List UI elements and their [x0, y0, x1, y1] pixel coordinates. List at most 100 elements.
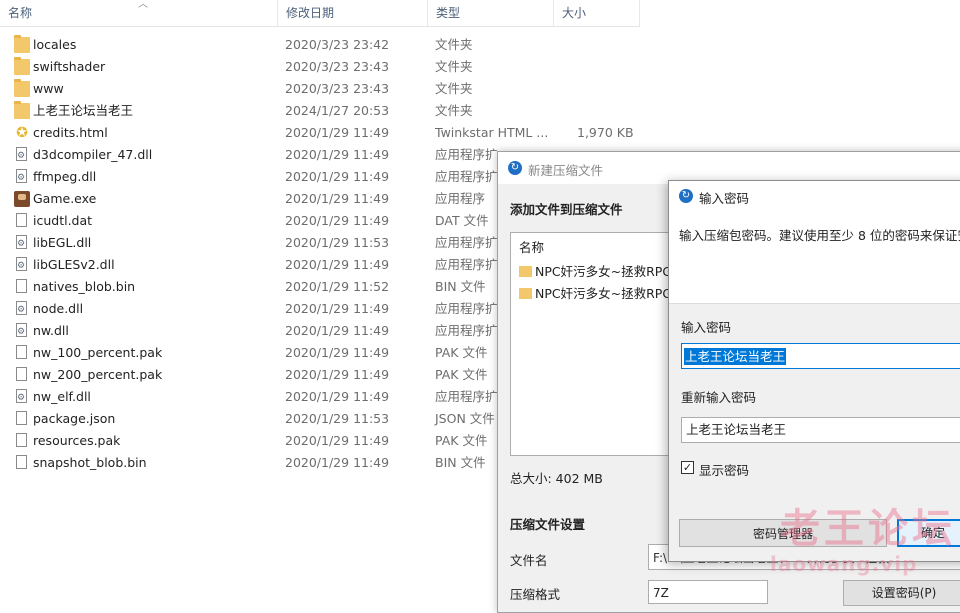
- file-date: 2020/1/29 11:49: [285, 389, 390, 404]
- file-date: 2020/1/29 11:49: [285, 169, 390, 184]
- file-date: 2020/3/23 23:42: [285, 37, 390, 52]
- exe-file-icon: [14, 191, 30, 207]
- file-date: 2020/1/29 11:49: [285, 125, 390, 140]
- file-row[interactable]: ✪ credits.html 2020/1/29 11:49 Twinkstar HT…: [0, 122, 640, 144]
- file-row[interactable]: swiftshader 2020/3/23 23:43 文件夹: [0, 56, 640, 78]
- dll-file-icon: [16, 387, 27, 409]
- format-select[interactable]: 7Z: [648, 580, 768, 604]
- dialog-title: 输入密码: [699, 191, 750, 206]
- file-row[interactable]: www 2020/3/23 23:43 文件夹: [0, 78, 640, 100]
- file-size: 1,970 KB: [577, 125, 634, 140]
- column-date[interactable]: 修改日期: [278, 0, 428, 26]
- dll-file-icon: [16, 255, 27, 277]
- list-item[interactable]: NPC奸污多女~拯救RPG: [519, 283, 672, 302]
- file-name: www: [33, 81, 64, 96]
- filename-label: 文件名: [510, 553, 548, 568]
- confirm-password-label: 重新输入密码: [681, 390, 757, 405]
- file-name: resources.pak: [33, 433, 121, 448]
- column-date-label: 修改日期: [286, 6, 335, 20]
- file-name: 上老王论坛当老王: [33, 103, 134, 118]
- file-name: libEGL.dll: [33, 235, 92, 250]
- file-icon: [16, 455, 27, 469]
- file-date: 2020/1/29 11:53: [285, 411, 390, 426]
- file-type: 文件夹: [435, 59, 473, 74]
- column-size[interactable]: 大小: [554, 0, 640, 26]
- file-name: nw_200_percent.pak: [33, 367, 163, 382]
- folder-icon: [14, 79, 30, 97]
- file-name: ffmpeg.dll: [33, 169, 97, 184]
- file-date: 2020/1/29 11:49: [285, 323, 390, 338]
- file-type: 应用程序扩: [435, 147, 498, 162]
- dll-file-icon: [16, 233, 27, 255]
- file-type: DAT 文件: [435, 213, 489, 228]
- total-size: 总大小: 402 MB: [510, 471, 603, 486]
- folder-icon: [519, 288, 532, 299]
- file-icon: [16, 213, 27, 227]
- dll-file-icon: [16, 145, 27, 167]
- file-type: Twinkstar HTML ...: [435, 125, 549, 140]
- list-header: 名称: [519, 240, 545, 255]
- file-icon: [16, 367, 27, 381]
- folder-icon: [14, 101, 30, 119]
- file-row[interactable]: locales 2020/3/23 23:42 文件夹: [0, 34, 640, 56]
- file-type: 应用程序扩: [435, 301, 498, 316]
- file-name: credits.html: [33, 125, 108, 140]
- file-name: libGLESv2.dll: [33, 257, 115, 272]
- file-date: 2020/1/29 11:49: [285, 367, 390, 382]
- dll-file-icon: [16, 167, 27, 189]
- archive-app-icon: ↻: [508, 161, 522, 175]
- file-date: 2020/1/29 11:49: [285, 191, 390, 206]
- file-date: 2020/1/29 11:49: [285, 301, 390, 316]
- password-field[interactable]: 上老王论坛当老王: [681, 343, 960, 369]
- file-icon: [16, 345, 27, 359]
- file-type: 文件夹: [435, 81, 473, 96]
- format-label: 压缩格式: [510, 587, 561, 602]
- file-date: 2020/1/29 11:49: [285, 257, 390, 272]
- file-icon: [16, 433, 27, 447]
- archive-app-icon: ↻: [679, 189, 693, 203]
- archive-settings-heading: 压缩文件设置: [510, 517, 586, 532]
- file-type: PAK 文件: [435, 367, 488, 382]
- add-files-heading: 添加文件到压缩文件: [510, 202, 623, 217]
- description-panel: 输入压缩包密码。建议使用至少 8 位的密码来保证安全: [669, 211, 960, 304]
- file-type: PAK 文件: [435, 345, 488, 360]
- file-type: 应用程序扩: [435, 323, 498, 338]
- file-type: 应用程序扩: [435, 235, 498, 250]
- folder-icon: [519, 266, 532, 277]
- list-item[interactable]: NPC奸污多女~拯救RPG: [519, 261, 672, 280]
- file-type: BIN 文件: [435, 279, 486, 294]
- file-type: 应用程序扩: [435, 169, 498, 184]
- file-date: 2020/1/29 11:53: [285, 235, 390, 250]
- html-file-icon: ✪: [16, 125, 28, 141]
- file-type: BIN 文件: [435, 455, 486, 470]
- file-type: 文件夹: [435, 103, 473, 118]
- watermark-url: laowang.vip: [770, 552, 918, 576]
- file-name: icudtl.dat: [33, 213, 93, 228]
- file-name: package.json: [33, 411, 116, 426]
- file-row[interactable]: 上老王论坛当老王 2024/1/27 20:53 文件夹: [0, 100, 640, 122]
- file-name: d3dcompiler_47.dll: [33, 147, 153, 162]
- file-type: 应用程序扩: [435, 389, 498, 404]
- file-date: 2020/1/29 11:49: [285, 433, 390, 448]
- dialog-titlebar[interactable]: ↻ 输入密码: [669, 181, 960, 211]
- file-type: PAK 文件: [435, 433, 488, 448]
- show-password-checkbox[interactable]: ✓: [681, 461, 694, 474]
- file-date: 2020/3/23 23:43: [285, 81, 390, 96]
- folder-icon: [14, 35, 30, 53]
- column-type-label: 类型: [436, 6, 461, 20]
- file-name: nw_100_percent.pak: [33, 345, 163, 360]
- file-type: 应用程序: [435, 191, 486, 206]
- file-date: 2024/1/27 20:53: [285, 103, 390, 118]
- file-name: locales: [33, 37, 77, 52]
- show-password-label[interactable]: 显示密码: [699, 460, 749, 479]
- column-size-label: 大小: [562, 6, 587, 20]
- file-date: 2020/1/29 11:49: [285, 147, 390, 162]
- file-date: 2020/1/29 11:52: [285, 279, 390, 294]
- file-icon: [16, 411, 27, 425]
- confirm-password-field[interactable]: 上老王论坛当老王: [681, 417, 960, 443]
- file-type: JSON 文件: [435, 411, 495, 426]
- column-type[interactable]: 类型: [428, 0, 554, 26]
- file-name: natives_blob.bin: [33, 279, 136, 294]
- list-item-label: NPC奸污多女~拯救RPG: [535, 286, 672, 301]
- set-password-button[interactable]: 设置密码(P): [843, 580, 960, 606]
